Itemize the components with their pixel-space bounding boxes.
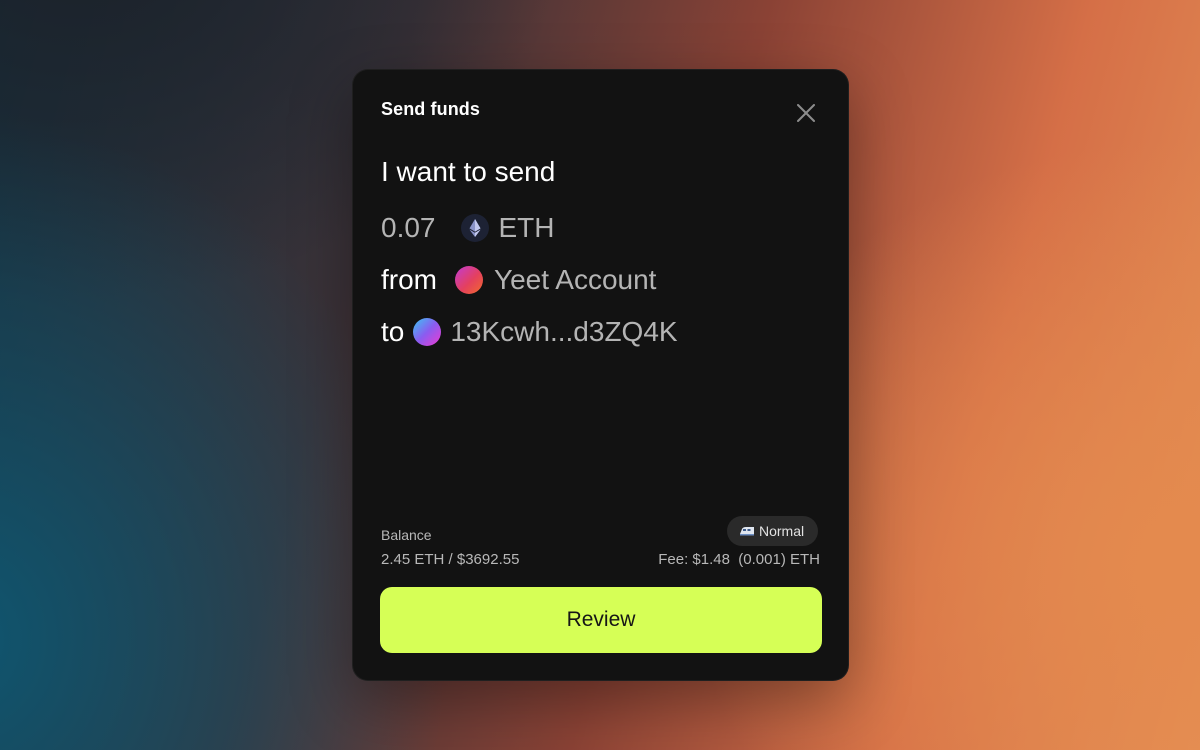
- ethereum-icon: [460, 214, 489, 242]
- modal-title: Send funds: [381, 99, 480, 119]
- from-account-name: Yeet Account: [494, 264, 657, 295]
- fee-speed-button[interactable]: Normal: [727, 516, 819, 546]
- fee-text: Fee: $1.48 (0.001) ETH: [658, 551, 820, 568]
- from-row: from Yeet Account: [381, 264, 656, 296]
- send-funds-modal: Send funds I want to send 0.07 ETH from: [352, 69, 849, 681]
- amount-input[interactable]: 0.07: [381, 212, 436, 244]
- speed-train-icon: [740, 527, 754, 536]
- balance-label: Balance: [381, 527, 432, 543]
- asset-symbol: ETH: [498, 212, 555, 243]
- close-icon: [797, 104, 815, 122]
- from-account-selector[interactable]: Yeet Account: [455, 264, 656, 296]
- balance-value: 2.45 ETH / $3692.55: [381, 551, 520, 568]
- fee-speed-label: Normal: [759, 523, 805, 539]
- recipient-address: 13Kcwh...d3ZQ4K: [450, 316, 678, 347]
- close-button[interactable]: [793, 100, 819, 126]
- recipient-selector[interactable]: 13Kcwh...d3ZQ4K: [413, 316, 678, 348]
- intro-text: I want to send: [381, 156, 556, 187]
- to-row: to 13Kcwh...d3ZQ4K: [381, 316, 678, 348]
- asset-selector[interactable]: ETH: [460, 212, 555, 244]
- from-label: from: [381, 264, 437, 295]
- account-avatar-icon: [455, 266, 483, 294]
- amount-row: 0.07 ETH: [381, 212, 555, 244]
- recipient-avatar-icon: [413, 318, 442, 346]
- to-label: to: [381, 316, 405, 347]
- review-button[interactable]: Review: [380, 587, 822, 653]
